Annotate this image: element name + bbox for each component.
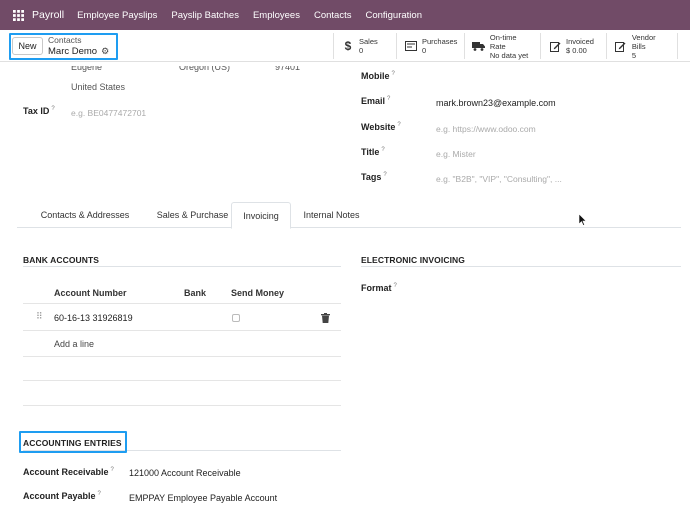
app-brand[interactable]: Payroll <box>32 9 64 21</box>
account-payable-label: Account Payable? <box>23 491 101 501</box>
website-label: Website? <box>361 122 401 132</box>
stat-label: Vendor Bills <box>631 32 656 51</box>
apps-grid-icon[interactable] <box>4 0 32 30</box>
table-divider <box>23 380 341 381</box>
stat-button-ontime-rate[interactable]: On-time Rate No data yet <box>464 32 540 60</box>
dollar-icon: $ <box>344 39 352 53</box>
send-money-checkbox[interactable] <box>232 314 240 322</box>
table-divider <box>23 356 341 357</box>
stat-value: 5 <box>631 50 637 60</box>
stat-button-purchases[interactable]: Purchases 0 <box>396 33 464 59</box>
trash-icon[interactable] <box>321 313 330 325</box>
account-payable-field[interactable]: EMPPAY Employee Payable Account <box>129 493 277 503</box>
email-field[interactable]: mark.brown23@example.com <box>436 98 556 108</box>
nav-payslip-batches[interactable]: Payslip Batches <box>171 10 239 21</box>
section-divider <box>23 266 341 267</box>
stat-button-vendor-bills[interactable]: Vendor Bills 5 <box>606 32 678 60</box>
website-input[interactable]: e.g. https://www.odoo.com <box>436 124 536 134</box>
pencil-square-icon <box>614 41 628 52</box>
stat-label: Invoiced <box>566 37 594 46</box>
stat-label: Purchases <box>422 37 458 46</box>
account-receivable-label: Account Receivable? <box>23 467 114 477</box>
stat-label: On-time Rate <box>489 32 517 51</box>
mobile-label: Mobile? <box>361 71 395 81</box>
address-zip[interactable]: 97401 <box>275 66 300 72</box>
stat-button-invoiced[interactable]: Invoiced $ 0.00 <box>540 33 606 59</box>
address-city[interactable]: Eugene <box>71 66 102 72</box>
table-row-account-number[interactable]: 60-16-13 31926819 <box>54 313 133 323</box>
address-country[interactable]: United States <box>71 82 125 92</box>
title-input[interactable]: e.g. Mister <box>436 149 476 159</box>
format-label: Format? <box>361 283 397 293</box>
pencil-square-icon <box>548 41 562 52</box>
highlight-box <box>19 431 127 453</box>
stat-value: 0 <box>359 46 364 55</box>
stat-value: 0 <box>422 46 427 55</box>
tab-invoicing[interactable]: Invoicing <box>231 202 291 229</box>
col-bank[interactable]: Bank <box>184 288 206 298</box>
stat-value: No data yet <box>489 50 529 60</box>
account-receivable-field[interactable]: 121000 Account Receivable <box>129 468 241 478</box>
tab-sales-purchase[interactable]: Sales & Purchase <box>145 202 240 228</box>
tax-id-label: Tax ID? <box>23 106 55 116</box>
tags-label: Tags? <box>361 172 387 182</box>
highlight-box <box>9 33 118 60</box>
mouse-cursor-icon <box>579 214 587 226</box>
nav-contacts[interactable]: Contacts <box>314 10 352 21</box>
tags-input[interactable]: e.g. "B2B", "VIP", "Consulting", ... <box>436 174 562 184</box>
tab-contacts-addresses[interactable]: Contacts & Addresses <box>25 202 145 228</box>
electronic-invoicing-title: ELECTRONIC INVOICING <box>361 255 466 265</box>
nav-employees[interactable]: Employees <box>253 10 300 21</box>
control-panel: New Contacts Marc Demo ⚙ $ Sales 0 Purcha… <box>0 30 690 62</box>
title-label: Title? <box>361 147 385 157</box>
col-send-money[interactable]: Send Money <box>231 288 284 298</box>
top-navbar: Payroll Employee Payslips Payslip Batche… <box>0 0 690 30</box>
table-divider <box>23 405 341 406</box>
drag-handle-icon[interactable]: ⠿ <box>36 311 43 322</box>
truck-icon <box>472 41 486 51</box>
invoice-icon <box>404 41 418 51</box>
stat-label: Sales <box>359 37 378 46</box>
table-divider <box>23 303 341 304</box>
stat-value: $ 0.00 <box>566 46 587 55</box>
email-label: Email? <box>361 96 391 106</box>
address-state[interactable]: Oregon (US) <box>179 66 230 72</box>
tab-internal-notes[interactable]: Internal Notes <box>294 202 369 228</box>
nav-employee-payslips[interactable]: Employee Payslips <box>77 10 157 21</box>
tax-id-input[interactable]: e.g. BE0477472701 <box>71 108 146 118</box>
section-divider <box>361 266 681 267</box>
nav-configuration[interactable]: Configuration <box>365 10 422 21</box>
stat-button-sales[interactable]: $ Sales 0 <box>333 33 396 59</box>
smart-buttons: $ Sales 0 Purchases 0 On-time Rate No data … <box>333 32 678 60</box>
add-line-link[interactable]: Add a line <box>54 339 94 349</box>
table-divider <box>23 330 341 331</box>
col-account-number[interactable]: Account Number <box>54 288 127 298</box>
bank-accounts-title: BANK ACCOUNTS <box>23 255 100 265</box>
